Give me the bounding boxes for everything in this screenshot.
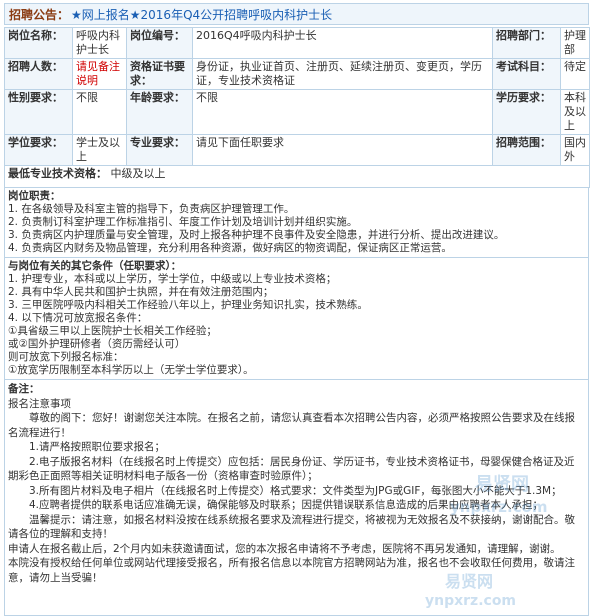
table-row: 学位要求： 学士及以上 专业要求： 请见下面任职要求 招聘范围： 国内外 (4, 134, 590, 166)
list-item: 2. 负责制订科室护理工作标准指引、年度工作计划及培训计划并组织实施。 (8, 216, 358, 228)
list-item: 3.所有图片材料及电子相片（在线报名时上传提交）格式要求：文件类型为JPG或GI… (29, 484, 562, 497)
cert-value: 身份证，执业证首页、注册页、延续注册页、变更页，学历证，专业技术资格证 (192, 58, 493, 90)
table-row: 岗位名称： 呼吸内科护士长 岗位编号： 2016Q4呼吸内科护士长 招聘部门： … (4, 27, 590, 59)
position-code-value: 2016Q4呼吸内科护士长 (192, 27, 493, 59)
list-item: ①具省级三甲以上医院护士长相关工作经验； (8, 325, 217, 337)
table-row: 性别要求： 不限 年龄要求： 不限 学历要求： 本科及以上 (4, 89, 590, 135)
position-name-value: 呼吸内科护士长 (72, 27, 127, 59)
exam-value: 待定 (560, 58, 590, 90)
cert-label: 资格证书要求： (126, 58, 193, 90)
scope-label: 招聘范围： (492, 134, 561, 166)
age-value: 不限 (192, 89, 493, 135)
tech-qualification-cell: 最低专业技术资格： 中级及以上 (4, 165, 590, 188)
duties-section: 岗位职责： 1. 在各级领导及科室主管的指导下，负责病区护理管理工作。 2. 负… (4, 188, 589, 258)
position-name-label: 岗位名称： (4, 27, 73, 59)
announcement-label: 招聘公告： (9, 7, 70, 22)
notes-heading: 报名注意事项 (8, 397, 71, 410)
list-item: 4.应聘者提供的联系电话应准确无误，确保能够及时联系；因提供错误联系信息造成的后… (29, 499, 544, 511)
list-item: ①放宽学历限制至本科学历以上（无学士学位要求）。 (8, 364, 254, 376)
list-item: 3. 负责病区内护理质量与安全管理，及时上报各种护理不良事件及安全隐患，并进行分… (8, 229, 505, 241)
list-item: 1. 护理专业，本科或以上学历，学士学位，中级或以上专业技术资格； (8, 273, 337, 285)
notes-title: 备注： (8, 383, 40, 395)
list-item: 1.请严格按照职位要求报名； (29, 441, 166, 453)
tech-label: 最低专业技术资格： (8, 167, 107, 180)
announcement-header: 招聘公告： ★网上报名★2016年Q4公开招聘呼吸内科护士长 (4, 3, 589, 25)
count-label: 招聘人数： (4, 58, 73, 90)
tech-value: 中级及以上 (110, 167, 166, 180)
list-item: 3. 三甲医院呼吸内科相关工作经验八年以上，护理业务知识扎实，技术熟练。 (8, 299, 368, 311)
major-value: 请见下面任职要求 (192, 134, 493, 166)
job-posting: 招聘公告： ★网上报名★2016年Q4公开招聘呼吸内科护士长 岗位名称： 呼吸内… (4, 3, 590, 616)
list-item: 2. 具有中华人民共和国护士执照，并在有效注册范围内； (8, 286, 274, 298)
exam-label: 考试科目： (492, 58, 561, 90)
dept-label: 招聘部门： (492, 27, 561, 59)
edu-label: 学历要求： (492, 89, 561, 135)
announcement-title-link[interactable]: ★网上报名★2016年Q4公开招聘呼吸内科护士长 (71, 6, 332, 23)
major-label: 专业要求： (126, 134, 193, 166)
list-item: 申请人在报名截止后，2个月内如未获邀请面试，您的本次报名申请将不予考虑，医院将不… (8, 542, 561, 555)
gender-label: 性别要求： (4, 89, 73, 135)
list-item: 则可放宽下列报名标准： (8, 351, 124, 363)
gender-value: 不限 (72, 89, 127, 135)
edu-value: 本科及以上 (560, 89, 590, 135)
list-item: 1. 在各级领导及科室主管的指导下，负责病区护理管理工作。 (8, 203, 295, 215)
position-code-label: 岗位编号： (126, 27, 193, 59)
list-item: 或②国外护理研修者（资历需经认可） (8, 338, 186, 350)
job-info-table: 岗位名称： 呼吸内科护士长 岗位编号： 2016Q4呼吸内科护士长 招聘部门： … (4, 27, 590, 188)
list-item: 本院没有授权给任何单位或网站代理接受报名，所有报名信息以本院官方招聘网站为准，报… (8, 557, 575, 584)
list-item: 4. 负责病区内财务及物品管理，充分利用各种资源，做好病区的物资调配，保证病区正… (8, 242, 452, 254)
age-label: 年龄要求： (126, 89, 193, 135)
table-row: 招聘人数： 请见备注说明 资格证书要求： 身份证，执业证首页、注册页、延续注册页… (4, 58, 590, 90)
degree-label: 学位要求： (4, 134, 73, 166)
list-item: 2.电子版报名材料（在线报名时上传提交）应包括：居民身份证、学历证书，专业技术资… (8, 455, 575, 483)
requirements-section: 与岗位有关的其它条件（任职要求）： 1. 护理专业，本科或以上学历，学士学位，中… (4, 258, 589, 380)
degree-value: 学士及以上 (72, 134, 127, 166)
list-item: 4. 以下情况可放宽报名条件： (8, 312, 148, 324)
table-row: 最低专业技术资格： 中级及以上 (4, 165, 590, 188)
count-value: 请见备注说明 (72, 58, 127, 90)
requirements-title: 与岗位有关的其它条件（任职要求）： (8, 260, 182, 272)
scope-value: 国内外 (560, 134, 590, 166)
dept-value: 护理部 (560, 27, 590, 59)
duties-title: 岗位职责： (8, 190, 61, 202)
notes-section: 备注： 报名注意事项 尊敬的阁下：您好！谢谢您关注本院。在报名之前，请您认真查看… (4, 380, 589, 616)
list-item: 尊敬的阁下：您好！谢谢您关注本院。在报名之前，请您认真查看本次招聘公告内容，必须… (8, 412, 575, 439)
watermark-url: ynpxrz.com (425, 593, 517, 609)
list-item: 温馨提示：请注意，如报名材料没按在线系统报名要求及流程进行提交，将被视为无效报名… (8, 513, 575, 541)
